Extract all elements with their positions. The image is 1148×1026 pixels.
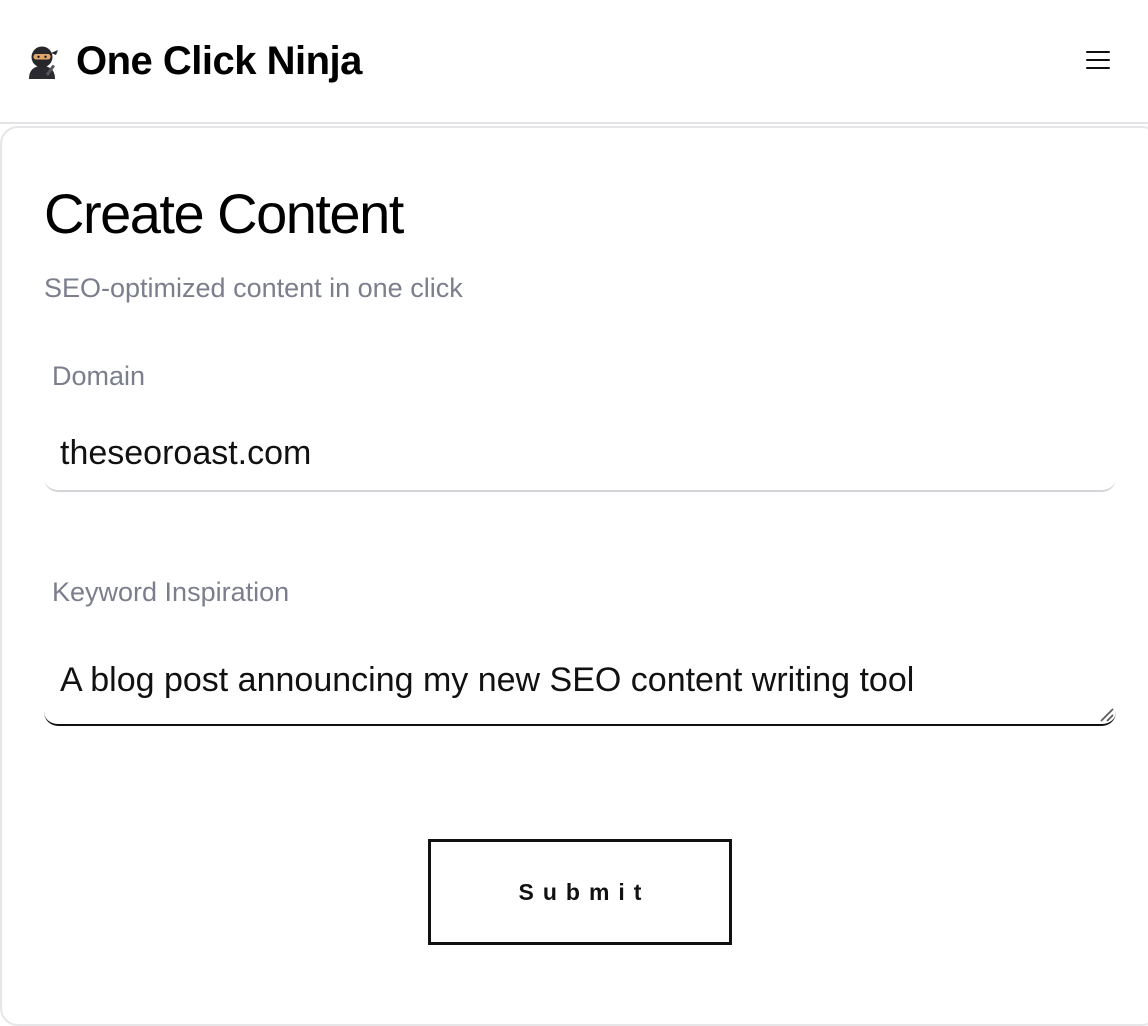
menu-line-icon xyxy=(1086,51,1110,54)
submit-button[interactable]: Submit xyxy=(428,839,732,945)
domain-input[interactable] xyxy=(44,416,1116,492)
ninja-icon xyxy=(29,46,58,79)
keyword-inspiration-label: Keyword Inspiration xyxy=(52,577,290,607)
top-navigation-bar: One Click Ninja xyxy=(0,0,1148,124)
domain-label: Domain xyxy=(52,361,146,391)
menu-line-icon xyxy=(1086,67,1110,70)
brand-logo-link[interactable]: One Click Ninja xyxy=(24,36,362,86)
menu-line-icon xyxy=(1086,59,1110,62)
brand-name: One Click Ninja xyxy=(76,39,362,83)
page-title: Create Content xyxy=(44,182,404,245)
keyword-inspiration-textarea[interactable]: A blog post announcing my new SEO conten… xyxy=(44,640,1116,726)
textarea-resize-handle-icon[interactable] xyxy=(1098,706,1114,722)
page-subtitle: SEO-optimized content in one click xyxy=(44,273,463,303)
hamburger-menu-button[interactable] xyxy=(1080,44,1116,76)
